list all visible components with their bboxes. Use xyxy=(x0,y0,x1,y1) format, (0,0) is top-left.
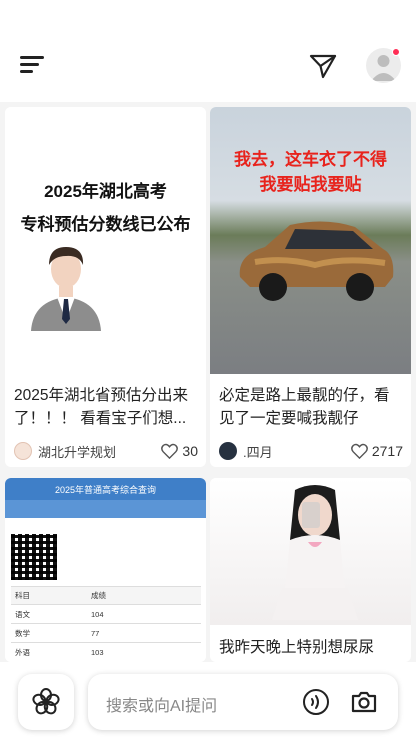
author-avatar[interactable] xyxy=(219,442,237,460)
card-2-image-caption-1: 我去，这车衣了不得 xyxy=(234,150,387,169)
car-illustration xyxy=(239,221,394,301)
table-cell: 77 xyxy=(91,628,100,638)
card-3-image: 2025年普通高考综合查询 科目 成绩 语文 104 数学 77 外语 103 xyxy=(5,478,206,662)
search-input[interactable]: 搜索或向AI提问 xyxy=(88,674,398,730)
like-button[interactable]: 2717 xyxy=(350,443,403,459)
paper-plane-icon[interactable] xyxy=(307,50,339,82)
table-cell: 数学 xyxy=(15,628,30,638)
author-name[interactable]: 湖北升学规划 xyxy=(38,442,161,461)
card-1-image: 2025年湖北高考 专科预估分数线已公布 xyxy=(5,107,206,374)
voice-icon[interactable] xyxy=(302,688,330,716)
author-name[interactable]: .四月 xyxy=(243,442,351,461)
author-avatar[interactable] xyxy=(14,442,32,460)
card-2-meta: .四月 2717 xyxy=(219,441,403,461)
table-head-score: 成绩 xyxy=(91,591,106,600)
feed-card-2[interactable]: 我去，这车衣了不得 我要贴我要贴 必定是路上最靓的仔，看 见了一定要喊我靓仔 .… xyxy=(210,107,411,467)
top-bar xyxy=(0,0,416,102)
qr-code xyxy=(11,534,57,580)
card-2-title-line1: 必定是路上最靓的仔，看 xyxy=(219,387,390,404)
like-count: 2717 xyxy=(371,443,403,459)
score-table: 科目 成绩 语文 104 数学 77 外语 103 xyxy=(11,586,201,661)
man-illustration xyxy=(31,247,101,331)
feed-card-3[interactable]: 2025年普通高考综合查询 科目 成绩 语文 104 数学 77 外语 103 xyxy=(5,478,206,662)
table-head-subject: 科目 xyxy=(15,591,30,600)
table-cell: 外语 xyxy=(15,647,30,657)
notification-dot xyxy=(392,48,400,56)
feed-card-4[interactable]: 我昨天晚上特别想尿尿 xyxy=(210,478,411,662)
card-3-header-text: 2025年普通高考综合查询 xyxy=(54,485,157,495)
card-1-image-title: 2025年湖北高考 xyxy=(44,182,167,201)
card-3-header: 2025年普通高考综合查询 xyxy=(5,478,206,500)
card-3-banner xyxy=(5,500,206,518)
card-2-image: 我去，这车衣了不得 我要贴我要贴 xyxy=(210,107,411,374)
card-2-image-caption-2: 我要贴我要贴 xyxy=(259,175,362,194)
card-1-image-subtitle: 专科预估分数线已公布 xyxy=(20,215,191,234)
search-placeholder: 搜索或向AI提问 xyxy=(106,698,218,715)
card-2-title-line2: 见了一定要喊我靓仔 xyxy=(219,410,359,427)
table-cell: 103 xyxy=(91,647,104,657)
heart-icon xyxy=(161,443,179,459)
like-button[interactable]: 30 xyxy=(161,443,198,459)
camera-icon[interactable] xyxy=(350,688,378,716)
girl-photo xyxy=(272,485,358,620)
bottom-bar: 搜索或向AI提问 xyxy=(0,662,416,741)
like-count: 30 xyxy=(182,443,198,459)
card-4-title-line1: 我昨天晚上特别想尿尿 xyxy=(219,639,375,656)
flower-icon[interactable] xyxy=(18,674,74,730)
table-cell: 语文 xyxy=(15,609,30,619)
card-4-image xyxy=(210,478,411,625)
feed-card-1[interactable]: 2025年湖北高考 专科预估分数线已公布 2025年湖北省预估分出来 了！！！ … xyxy=(5,107,206,467)
card-1-title-line2: 了！！！ 看看宝子们想... xyxy=(14,410,187,427)
heart-icon xyxy=(350,443,368,459)
menu-icon[interactable] xyxy=(18,52,46,76)
card-1-meta: 湖北升学规划 30 xyxy=(14,441,198,461)
card-1-title-line1: 2025年湖北省预估分出来 xyxy=(14,387,188,404)
table-cell: 104 xyxy=(91,609,104,619)
